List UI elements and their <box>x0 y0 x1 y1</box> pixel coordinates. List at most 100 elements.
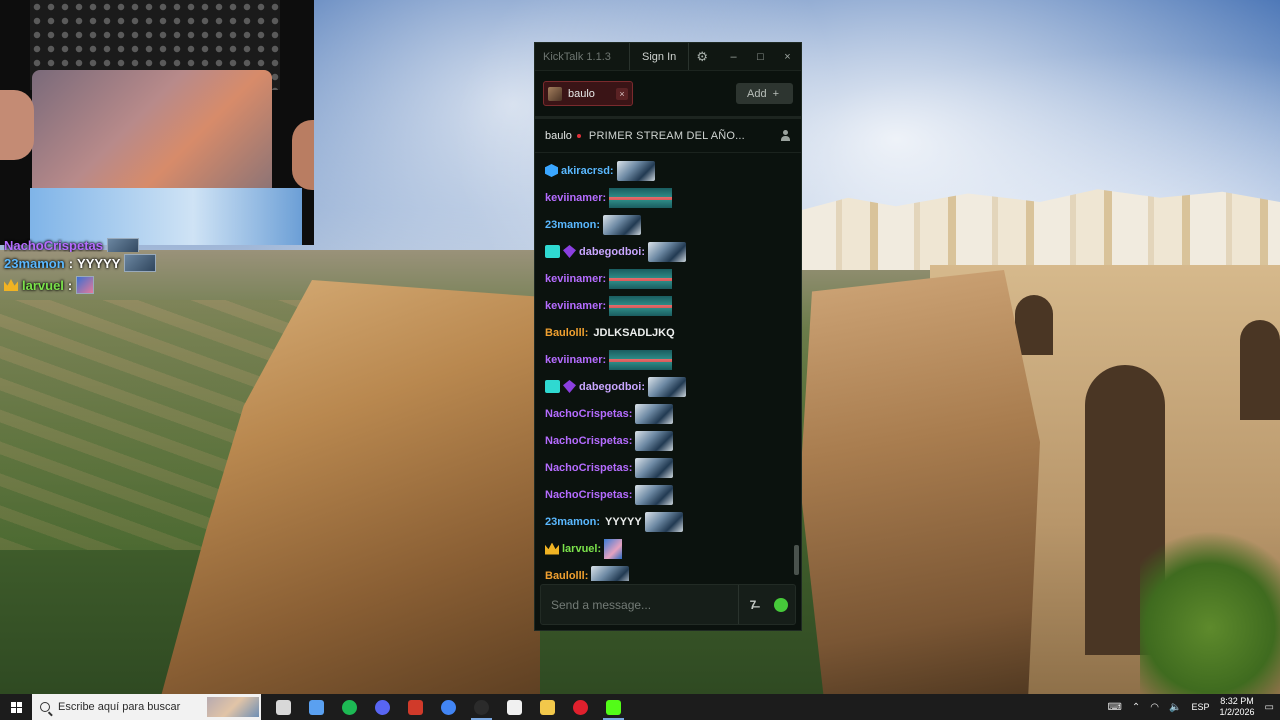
og-badge-icon <box>545 380 560 393</box>
live-indicator-icon <box>576 133 581 138</box>
taskbar-app-copilot[interactable] <box>300 694 333 720</box>
chat-message: dabegodboi: <box>545 373 791 400</box>
opera-icon <box>573 699 588 715</box>
clock-time: 8:32 PM <box>1220 696 1254 706</box>
taskbar-app-spotify[interactable] <box>333 694 366 720</box>
taskbar-app-app-dark[interactable] <box>498 694 531 720</box>
voice-app-icon <box>408 699 423 715</box>
plus-icon: + <box>772 87 780 100</box>
message-username[interactable]: akiracrsd: <box>561 165 614 177</box>
video-hand <box>0 90 34 160</box>
taskbar-search[interactable]: Escribe aquí para buscar <box>32 694 261 720</box>
close-button[interactable]: × <box>774 43 801 70</box>
search-highlight-image <box>207 697 259 717</box>
emote-image <box>616 160 655 181</box>
stream-video-overlay[interactable] <box>0 0 314 245</box>
message-username[interactable]: keviinamer: <box>545 192 606 204</box>
chrome-icon <box>441 699 456 715</box>
network-icon[interactable]: ◠ <box>1150 702 1159 713</box>
chat-message: akiracrsd: <box>545 157 791 184</box>
app-name: KickTalk 1.1.3 <box>543 50 611 63</box>
search-placeholder: Escribe aquí para buscar <box>58 701 181 713</box>
taskbar-app-discord[interactable] <box>366 694 399 720</box>
overlay-username: 23mamon <box>4 255 65 271</box>
message-username[interactable]: larvuel: <box>562 543 601 555</box>
overlay-chat-line: NachoCrispetas <box>4 238 244 252</box>
channel-header: baulo PRIMER STREAM DEL AÑO... <box>535 119 801 153</box>
chat-message: larvuel: <box>545 535 791 562</box>
obs-icon <box>474 699 489 715</box>
message-input[interactable] <box>541 585 738 624</box>
title-bar[interactable]: KickTalk 1.1.3 Sign In ⚙ – □ × <box>535 43 801 71</box>
message-text: JDLKSADLJKQ <box>593 326 675 339</box>
task-view-icon <box>276 699 291 715</box>
close-tab-icon[interactable]: × <box>616 87 628 100</box>
window-controls: – □ × <box>720 43 801 70</box>
user-icon[interactable] <box>780 130 791 141</box>
wallpaper-cliff <box>800 270 1040 694</box>
taskbar-app-file-explorer[interactable] <box>531 694 564 720</box>
message-username[interactable]: NachoCrispetas: <box>545 462 632 474</box>
taskbar-app-obs[interactable] <box>465 694 498 720</box>
chevron-up-icon[interactable]: ⌃ <box>1132 702 1140 713</box>
message-username[interactable]: keviinamer: <box>545 354 606 366</box>
message-username[interactable]: NachoCrispetas: <box>545 408 632 420</box>
message-username[interactable]: Baulolll: <box>545 570 588 582</box>
message-username[interactable]: NachoCrispetas: <box>545 489 632 501</box>
search-icon <box>40 702 50 712</box>
message-username[interactable]: keviinamer: <box>545 273 606 285</box>
message-username[interactable]: dabegodboi: <box>579 246 645 258</box>
channel-name[interactable]: baulo <box>545 130 572 142</box>
add-label: Add <box>747 87 767 100</box>
language-indicator[interactable]: ESP <box>1191 702 1209 712</box>
seventv-icon[interactable]: 7̶ <box>739 585 767 624</box>
chat-messages[interactable]: akiracrsd: keviinamer: 23mamon: dabegodb… <box>535 153 801 581</box>
message-username[interactable]: dabegodboi: <box>579 381 645 393</box>
emote-picker-button[interactable] <box>767 585 795 624</box>
emote-image <box>644 511 683 532</box>
overlay-chat-line: larvuel : <box>4 274 244 296</box>
message-username[interactable]: keviinamer: <box>545 300 606 312</box>
message-username[interactable]: Baulolll: <box>545 327 588 339</box>
discord-icon <box>375 699 390 715</box>
emote-image <box>591 565 630 581</box>
maximize-button[interactable]: □ <box>747 43 774 70</box>
windows-icon <box>10 701 22 713</box>
add-chatroom-button[interactable]: Add + <box>736 83 793 104</box>
overlay-separator: : <box>68 255 74 271</box>
message-username[interactable]: 23mamon: <box>545 219 600 231</box>
video-blue-area <box>30 188 302 245</box>
message-username[interactable]: 23mamon: <box>545 516 600 528</box>
gear-icon[interactable]: ⚙ <box>689 49 715 65</box>
sign-in-button[interactable]: Sign In <box>629 43 690 70</box>
volume-icon[interactable]: 🔈 <box>1169 702 1181 713</box>
minimize-button[interactable]: – <box>720 43 747 70</box>
taskbar-app-voice-app[interactable] <box>399 694 432 720</box>
emote-image <box>603 214 642 235</box>
emote-image <box>648 241 686 262</box>
crown-badge-icon <box>545 542 559 555</box>
start-button[interactable] <box>0 694 32 720</box>
taskbar-app-opera[interactable] <box>564 694 597 720</box>
overlay-username: larvuel <box>22 277 64 293</box>
crown-badge-icon <box>4 279 18 291</box>
tab-baulo[interactable]: baulo × <box>543 81 633 106</box>
keyboard-icon[interactable]: ⌨ <box>1107 702 1121 713</box>
clock[interactable]: 8:32 PM 1/2/2026 <box>1220 696 1255 718</box>
emote-image <box>609 268 673 289</box>
emote-image <box>635 484 674 505</box>
chat-scrollbar[interactable] <box>794 545 799 575</box>
overlay-message-text: YYYYY <box>77 255 121 271</box>
message-username[interactable]: NachoCrispetas: <box>545 435 632 447</box>
chat-message: 23mamon: <box>545 211 791 238</box>
gem-badge-icon <box>563 245 576 258</box>
taskbar-app-chrome[interactable] <box>432 694 465 720</box>
taskbar-app-kick[interactable] <box>597 694 630 720</box>
notifications-icon[interactable]: ▭ <box>1265 702 1274 713</box>
emote-image <box>635 430 674 451</box>
chatroom-tabs: baulo × Add + <box>535 71 801 119</box>
taskbar-app-task-view[interactable] <box>267 694 300 720</box>
chat-message: 23mamon: YYYYY <box>545 508 791 535</box>
chat-message: dabegodboi: <box>545 238 791 265</box>
avatar <box>548 86 562 101</box>
